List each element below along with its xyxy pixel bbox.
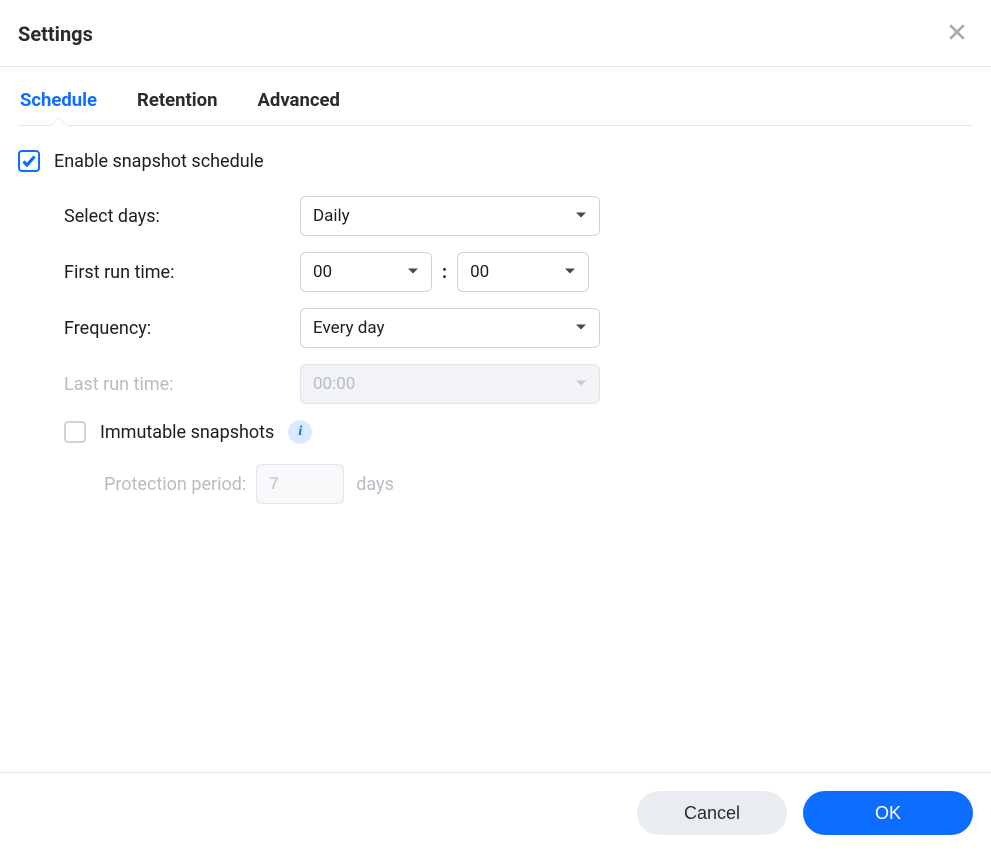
first-run-minute-dropdown[interactable]: 00 bbox=[457, 252, 589, 292]
tab-panel-schedule: Enable snapshot schedule Select days: Da… bbox=[0, 126, 991, 772]
cancel-button[interactable]: Cancel bbox=[637, 791, 787, 835]
close-icon bbox=[949, 24, 965, 45]
first-run-hour-value: 00 bbox=[313, 262, 332, 282]
chevron-down-icon bbox=[575, 206, 587, 226]
close-button[interactable] bbox=[941, 18, 973, 50]
tab-schedule[interactable]: Schedule bbox=[18, 89, 99, 125]
frequency-dropdown[interactable]: Every day bbox=[300, 308, 600, 348]
time-separator: : bbox=[442, 262, 447, 283]
protection-label: Protection period: bbox=[104, 474, 246, 495]
last-run-label: Last run time: bbox=[64, 374, 300, 395]
immutable-info-button[interactable]: i bbox=[288, 420, 312, 444]
tabs-container: Schedule Retention Advanced bbox=[0, 67, 991, 126]
ok-button[interactable]: OK bbox=[803, 791, 973, 835]
immutable-label: Immutable snapshots bbox=[100, 422, 274, 443]
first-run-hour-dropdown[interactable]: 00 bbox=[300, 252, 432, 292]
frequency-row: Frequency: Every day bbox=[64, 308, 973, 348]
frequency-label: Frequency: bbox=[64, 318, 300, 339]
select-days-value: Daily bbox=[313, 206, 350, 226]
first-run-label: First run time: bbox=[64, 262, 300, 283]
protection-period-input bbox=[256, 464, 344, 504]
enable-row: Enable snapshot schedule bbox=[18, 150, 973, 172]
dialog-title: Settings bbox=[18, 22, 93, 46]
last-run-row: Last run time: 00:00 bbox=[64, 364, 973, 404]
last-run-value: 00:00 bbox=[313, 374, 355, 394]
tabs: Schedule Retention Advanced bbox=[18, 89, 973, 126]
enable-schedule-label: Enable snapshot schedule bbox=[54, 151, 264, 172]
settings-dialog: Settings Schedule Retention Advanced Ena… bbox=[0, 0, 991, 853]
last-run-dropdown: 00:00 bbox=[300, 364, 600, 404]
tab-advanced[interactable]: Advanced bbox=[255, 89, 341, 125]
check-icon bbox=[21, 153, 37, 169]
chevron-down-icon bbox=[564, 262, 576, 282]
select-days-row: Select days: Daily bbox=[64, 196, 973, 236]
first-run-row: First run time: 00 : 00 bbox=[64, 252, 973, 292]
first-run-minute-value: 00 bbox=[470, 262, 489, 282]
select-days-label: Select days: bbox=[64, 206, 300, 227]
chevron-down-icon bbox=[575, 374, 587, 394]
chevron-down-icon bbox=[407, 262, 419, 282]
protection-unit: days bbox=[356, 474, 394, 495]
frequency-value: Every day bbox=[313, 318, 385, 338]
enable-schedule-checkbox[interactable] bbox=[18, 150, 40, 172]
protection-row: Protection period: days bbox=[104, 464, 973, 504]
immutable-checkbox[interactable] bbox=[64, 421, 86, 443]
immutable-row: Immutable snapshots i bbox=[64, 420, 973, 444]
chevron-down-icon bbox=[575, 318, 587, 338]
info-icon: i bbox=[298, 424, 302, 440]
dialog-footer: Cancel OK bbox=[0, 772, 991, 853]
select-days-dropdown[interactable]: Daily bbox=[300, 196, 600, 236]
tab-retention[interactable]: Retention bbox=[135, 89, 219, 125]
dialog-header: Settings bbox=[0, 0, 991, 67]
